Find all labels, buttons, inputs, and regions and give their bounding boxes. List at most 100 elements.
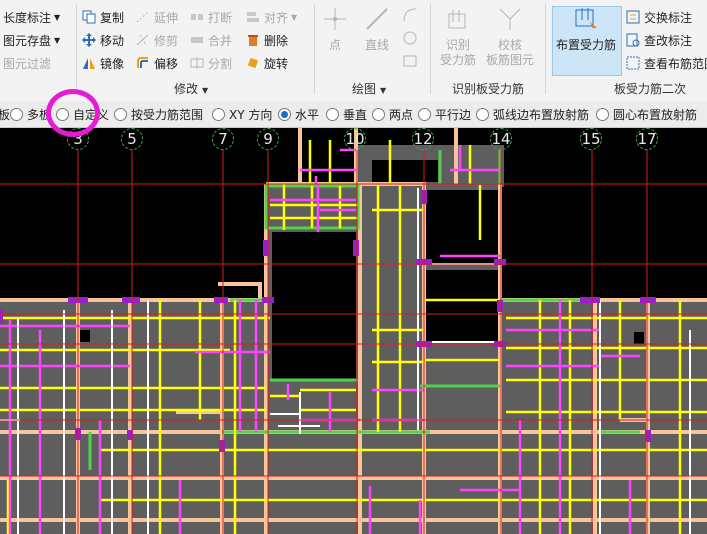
radio-icon — [596, 108, 609, 121]
rectangle-icon[interactable] — [402, 53, 418, 72]
placement-options-bar: 板 多板 自定义 按受力筋范围 XY 方向 水平 垂直 两点 平行边 弧线边布置… — [0, 101, 707, 128]
check-annotation-label: 查改标注 — [644, 33, 693, 48]
merge-icon — [190, 33, 204, 47]
option-multi-slab[interactable]: 多板 — [10, 106, 51, 123]
view-range-button[interactable]: 查看布筋范围 — [626, 53, 707, 73]
delete-label: 删除 — [264, 33, 289, 48]
radio-icon — [212, 108, 225, 121]
axis-label: 10 — [344, 128, 366, 150]
identify-rebar-label-2: 受力筋 — [440, 53, 477, 67]
move-arrows-icon — [82, 33, 96, 47]
length-annotation-label: 长度标注 — [3, 10, 52, 25]
axis-label: 5 — [121, 128, 143, 150]
place-rebar-label: 布置受力筋 — [556, 38, 617, 52]
check-rebar-label-2: 板筋图元 — [486, 53, 535, 67]
merge-label: 合并 — [208, 33, 233, 48]
arc-icon[interactable] — [402, 7, 418, 26]
save-element-label: 图元存盘 — [3, 33, 52, 48]
axis-label: 17 — [636, 128, 658, 150]
circle-icon[interactable] — [402, 30, 418, 49]
length-annotation-button[interactable]: 长度标注 ▼ — [3, 7, 60, 27]
cad-drawing-canvas[interactable] — [0, 128, 707, 534]
identify-rebar-button[interactable]: 识别 受力筋 — [440, 6, 476, 68]
chevron-down-icon: ▼ — [202, 86, 209, 95]
extend-button[interactable]: 延伸 — [136, 7, 178, 27]
axis-label: 7 — [212, 128, 234, 150]
offset-icon — [136, 56, 150, 70]
option-horizontal[interactable]: 水平 — [278, 106, 319, 123]
option-parallel-edge[interactable]: 平行边 — [418, 106, 471, 123]
mirror-icon — [82, 56, 96, 70]
highlight-circle — [46, 89, 100, 137]
view-range-icon — [626, 56, 640, 70]
option-vertical[interactable]: 垂直 — [326, 106, 367, 123]
option-slab[interactable]: 板 — [0, 106, 10, 123]
line-button[interactable]: 直线 — [364, 6, 390, 53]
check-annotation-icon — [626, 33, 640, 47]
axis-label: 15 — [580, 128, 602, 150]
place-rebar-icon — [573, 6, 599, 32]
swap-icon — [626, 10, 640, 24]
option-label: 平行边 — [435, 108, 472, 122]
option-arc-radial[interactable]: 弧线边布置放射筋 — [476, 106, 589, 123]
rotate-label: 旋转 — [264, 56, 289, 71]
option-two-points[interactable]: 两点 — [372, 106, 413, 123]
copy-icon — [82, 10, 96, 24]
layout-group-label: 板受力筋二次 — [614, 82, 687, 96]
place-rebar-button[interactable]: 布置受力筋 — [556, 6, 616, 53]
option-by-rebar-range[interactable]: 按受力筋范围 — [114, 106, 203, 123]
move-button[interactable]: 移动 — [82, 30, 124, 50]
radio-icon — [10, 108, 23, 121]
radio-icon — [114, 108, 127, 121]
align-button[interactable]: 对齐 ▼ — [246, 7, 297, 27]
merge-button[interactable]: 合并 — [190, 30, 232, 50]
copy-label: 复制 — [100, 10, 125, 25]
point-button[interactable]: 点 — [322, 6, 348, 53]
axis-label: 12 — [412, 128, 434, 150]
save-element-button[interactable]: 图元存盘 ▼ — [3, 30, 60, 50]
identify-rebar-label-1: 识别 — [446, 38, 471, 52]
swap-annotation-button[interactable]: 交换标注 — [626, 7, 692, 27]
radio-icon — [372, 108, 385, 121]
check-rebar-button[interactable]: 校核 板筋图元 — [486, 6, 534, 68]
offset-button[interactable]: 偏移 — [136, 53, 178, 73]
check-rebar-label-1: 校核 — [498, 38, 523, 52]
extend-icon — [136, 10, 150, 24]
divider — [430, 4, 431, 94]
option-label: 板 — [0, 108, 11, 122]
modify-group-label[interactable]: 修改 ▼ — [174, 80, 208, 97]
break-button[interactable]: 打断 — [190, 7, 232, 27]
option-label: 水平 — [295, 108, 320, 122]
rotate-icon — [246, 56, 260, 70]
option-label: 垂直 — [343, 108, 368, 122]
filter-element-button[interactable]: 图元过滤 — [3, 53, 51, 73]
divider — [314, 4, 315, 94]
option-label: 两点 — [389, 108, 414, 122]
option-label: 圆心布置放射筋 — [613, 108, 698, 122]
rotate-button[interactable]: 旋转 — [246, 53, 288, 73]
axis-label: 9 — [257, 128, 279, 150]
point-icon — [322, 6, 348, 32]
option-xy-direction[interactable]: XY 方向 — [212, 106, 272, 123]
chevron-down-icon: ▼ — [380, 86, 387, 95]
chevron-down-icon: ▼ — [54, 35, 61, 45]
radio-selected-icon — [278, 108, 291, 121]
split-button[interactable]: 分割 — [190, 53, 232, 73]
check-annotation-button[interactable]: 查改标注 — [626, 30, 692, 50]
swap-annotation-label: 交换标注 — [644, 10, 693, 25]
move-label: 移动 — [100, 33, 125, 48]
option-center-radial[interactable]: 圆心布置放射筋 — [596, 106, 697, 123]
delete-button[interactable]: 删除 — [246, 30, 288, 50]
divider — [545, 4, 546, 94]
break-label: 打断 — [208, 10, 233, 25]
draw-group-label[interactable]: 绘图 ▼ — [352, 80, 386, 97]
copy-button[interactable]: 复制 — [82, 7, 124, 27]
point-label: 点 — [328, 38, 341, 52]
trim-button[interactable]: 修剪 — [136, 30, 178, 50]
delete-icon — [246, 33, 260, 47]
break-icon — [190, 10, 204, 24]
line-icon — [364, 6, 390, 32]
mirror-button[interactable]: 镜像 — [82, 53, 124, 73]
line-label: 直线 — [364, 38, 389, 52]
radio-icon — [418, 108, 431, 121]
